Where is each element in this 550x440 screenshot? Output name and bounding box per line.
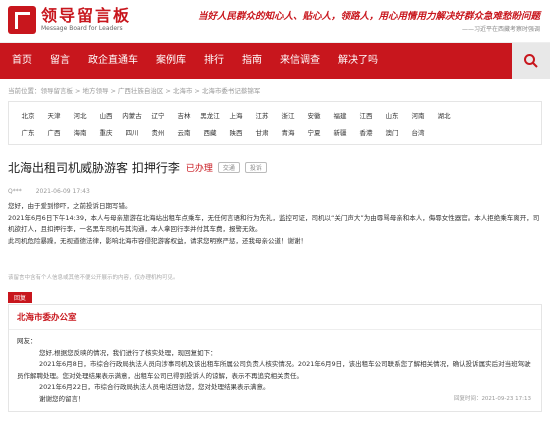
region-link[interactable]: 宁夏 bbox=[301, 127, 327, 137]
region-link[interactable]: 海南 bbox=[67, 127, 93, 137]
region-link[interactable]: 北京 bbox=[15, 110, 41, 120]
region-link[interactable]: 重庆 bbox=[93, 127, 119, 137]
nav-home[interactable]: 首页 bbox=[0, 43, 41, 79]
region-link[interactable]: 台湾 bbox=[405, 127, 431, 137]
reply-paragraph: 2021年6月22日，市综合行政局执法人员电话回访您，您对处理结果表示满意。 bbox=[39, 383, 270, 391]
slogan-text: 当好人民群众的知心人、贴心人，领路人，用心用情用力解决好群众急难愁盼问题 bbox=[197, 11, 540, 22]
reply-time: 回复时间：2021-09-23 17:13 bbox=[453, 395, 531, 402]
region-link[interactable]: 云南 bbox=[171, 127, 197, 137]
region-link[interactable]: 河北 bbox=[67, 110, 93, 120]
region-row: 北京 天津 河北 山西 内蒙古 辽宁 吉林 黑龙江 上海 江苏 浙江 安徽 福建 江西 山东 河南 湖北 bbox=[15, 106, 535, 123]
logo-mark bbox=[8, 6, 36, 34]
message-paragraph: 2021年6月6日下午14:39，本人与母亲旅游在北海站出租车点乘车，无任何言语… bbox=[8, 213, 540, 234]
region-link[interactable]: 黑龙江 bbox=[197, 110, 223, 120]
status-badge: 已办理 bbox=[185, 164, 213, 174]
slogan-source: ——习近平在西藏考察时强调 bbox=[461, 26, 540, 33]
region-link[interactable]: 甘肃 bbox=[249, 127, 275, 137]
region-link[interactable]: 广东 bbox=[15, 127, 41, 137]
post-time: 2021-06-09 17:43 bbox=[35, 188, 90, 195]
site-logo[interactable]: 领导留言板 Message Board for Leaders bbox=[8, 6, 131, 34]
region-link[interactable]: 澳门 bbox=[379, 127, 405, 137]
site-header: 领导留言板 Message Board for Leaders 当好人民群众的知… bbox=[0, 0, 550, 43]
breadcrumb-item[interactable]: 北海市委书记蔡锦军 bbox=[202, 87, 261, 95]
message-header: 北海出租司机威胁游客 扣押行李 已办理 交通 投诉 bbox=[0, 145, 550, 180]
region-link[interactable]: 陕西 bbox=[223, 127, 249, 137]
region-link[interactable]: 福建 bbox=[327, 110, 353, 120]
message-meta: Q*** 2021-06-09 17:43 bbox=[0, 180, 550, 195]
privacy-notice: 该留言中含有个人信息或其他不便公开展示的内容，仅办理机构可见。 bbox=[8, 275, 179, 281]
region-link[interactable]: 四川 bbox=[119, 127, 145, 137]
region-link[interactable]: 辽宁 bbox=[145, 110, 171, 120]
message-paragraph: 您好，由于爱到惨吓，之前投诉日期写错。 bbox=[8, 202, 132, 210]
region-link[interactable]: 浙江 bbox=[275, 110, 301, 120]
region-row: 广东 广西 海南 重庆 四川 贵州 云南 西藏 陕西 甘肃 青海 宁夏 新疆 香港 澳门 台湾 bbox=[15, 123, 535, 140]
message-title: 北海出租司机威胁游客 扣押行李 bbox=[8, 161, 180, 175]
breadcrumb: 当前位置：领导留言板 > 地方领导 > 广西壮族自治区 > 北海市 > 北海市委书记蔡锦军 bbox=[8, 87, 261, 95]
breadcrumb-item[interactable]: 地方领导 bbox=[82, 87, 108, 95]
reply-panel: 北海市委办公室 网友： 您好,根据您反映的情况，我们进行了核实处理，现回复如下：… bbox=[8, 304, 542, 412]
reply-content: 网友： 您好,根据您反映的情况，我们进行了核实处理，现回复如下： 2021年6月… bbox=[9, 330, 541, 411]
nav-guide[interactable]: 指南 bbox=[233, 43, 271, 79]
region-link[interactable]: 青海 bbox=[275, 127, 301, 137]
category-tag[interactable]: 交通 bbox=[217, 162, 240, 173]
message-paragraph: 此司机危险暴躁，无视道德法律，影响北海市容侵犯游客权益，请求您明察严惩，还我母亲… bbox=[8, 236, 307, 245]
breadcrumb-item[interactable]: 当前位置：领导留言板 bbox=[8, 87, 73, 95]
message-content: 您好，由于爱到惨吓，之前投诉日期写错。 2021年6月6日下午14:39，本人与… bbox=[0, 195, 550, 247]
logo-title: 领导留言板 bbox=[41, 6, 132, 25]
nav-survey[interactable]: 来信调查 bbox=[271, 43, 329, 79]
logo-subtitle: Message Board for Leaders bbox=[41, 25, 123, 32]
region-link[interactable]: 内蒙古 bbox=[119, 110, 145, 120]
breadcrumb-item[interactable]: 北海市 bbox=[173, 87, 193, 95]
region-link[interactable]: 贵州 bbox=[145, 127, 171, 137]
region-link[interactable]: 香港 bbox=[353, 127, 379, 137]
region-link[interactable]: 新疆 bbox=[327, 127, 353, 137]
reply-org: 北海市委办公室 bbox=[9, 305, 541, 330]
region-link[interactable]: 江苏 bbox=[249, 110, 275, 120]
region-link[interactable]: 西藏 bbox=[197, 127, 223, 137]
region-link[interactable]: 江西 bbox=[353, 110, 379, 120]
nav-enterprise[interactable]: 政企直通车 bbox=[79, 43, 147, 79]
breadcrumb-item[interactable]: 广西壮族自治区 bbox=[118, 87, 164, 95]
region-link[interactable]: 山东 bbox=[379, 110, 405, 120]
reply-paragraph: 2021年6月8日，市综合行政局执法人员向涉事司机及该出租车所属公司负责人核实情… bbox=[17, 360, 531, 380]
region-link[interactable]: 吉林 bbox=[171, 110, 197, 120]
region-link[interactable]: 安徽 bbox=[301, 110, 327, 120]
type-tag[interactable]: 投诉 bbox=[244, 162, 267, 173]
nav-cases[interactable]: 案例库 bbox=[147, 43, 195, 79]
author-name: Q*** bbox=[8, 188, 22, 195]
search-button[interactable] bbox=[512, 43, 550, 79]
reply-greeting: 网友： bbox=[17, 337, 37, 345]
region-selector: 北京 天津 河北 山西 内蒙古 辽宁 吉林 黑龙江 上海 江苏 浙江 安徽 福建 江西 山东 河南 湖北 广东广… bbox=[8, 101, 542, 145]
region-link[interactable]: 河南 bbox=[405, 110, 431, 120]
nav-resolved[interactable]: 解决了吗 bbox=[329, 43, 387, 79]
region-link[interactable]: 上海 bbox=[223, 110, 249, 120]
reply-paragraph: 您好,根据您反映的情况，我们进行了核实处理，现回复如下： bbox=[39, 348, 217, 357]
nav-ranking[interactable]: 排行 bbox=[195, 43, 233, 79]
region-link[interactable]: 天津 bbox=[41, 110, 67, 120]
slogan-banner: 当好人民群众的知心人、贴心人，领路人，用心用情用力解决好群众急难愁盼问题 ——习… bbox=[198, 8, 540, 33]
search-icon bbox=[524, 54, 538, 68]
nav-message[interactable]: 留言 bbox=[41, 43, 79, 79]
region-link[interactable]: 广西 bbox=[41, 127, 67, 137]
reply-label: 回复 bbox=[8, 292, 33, 303]
region-link[interactable]: 湖北 bbox=[431, 110, 457, 120]
region-link[interactable]: 山西 bbox=[93, 110, 119, 120]
main-nav: 首页 留言 政企直通车 案例库 排行 指南 来信调查 解决了吗 bbox=[0, 43, 550, 79]
